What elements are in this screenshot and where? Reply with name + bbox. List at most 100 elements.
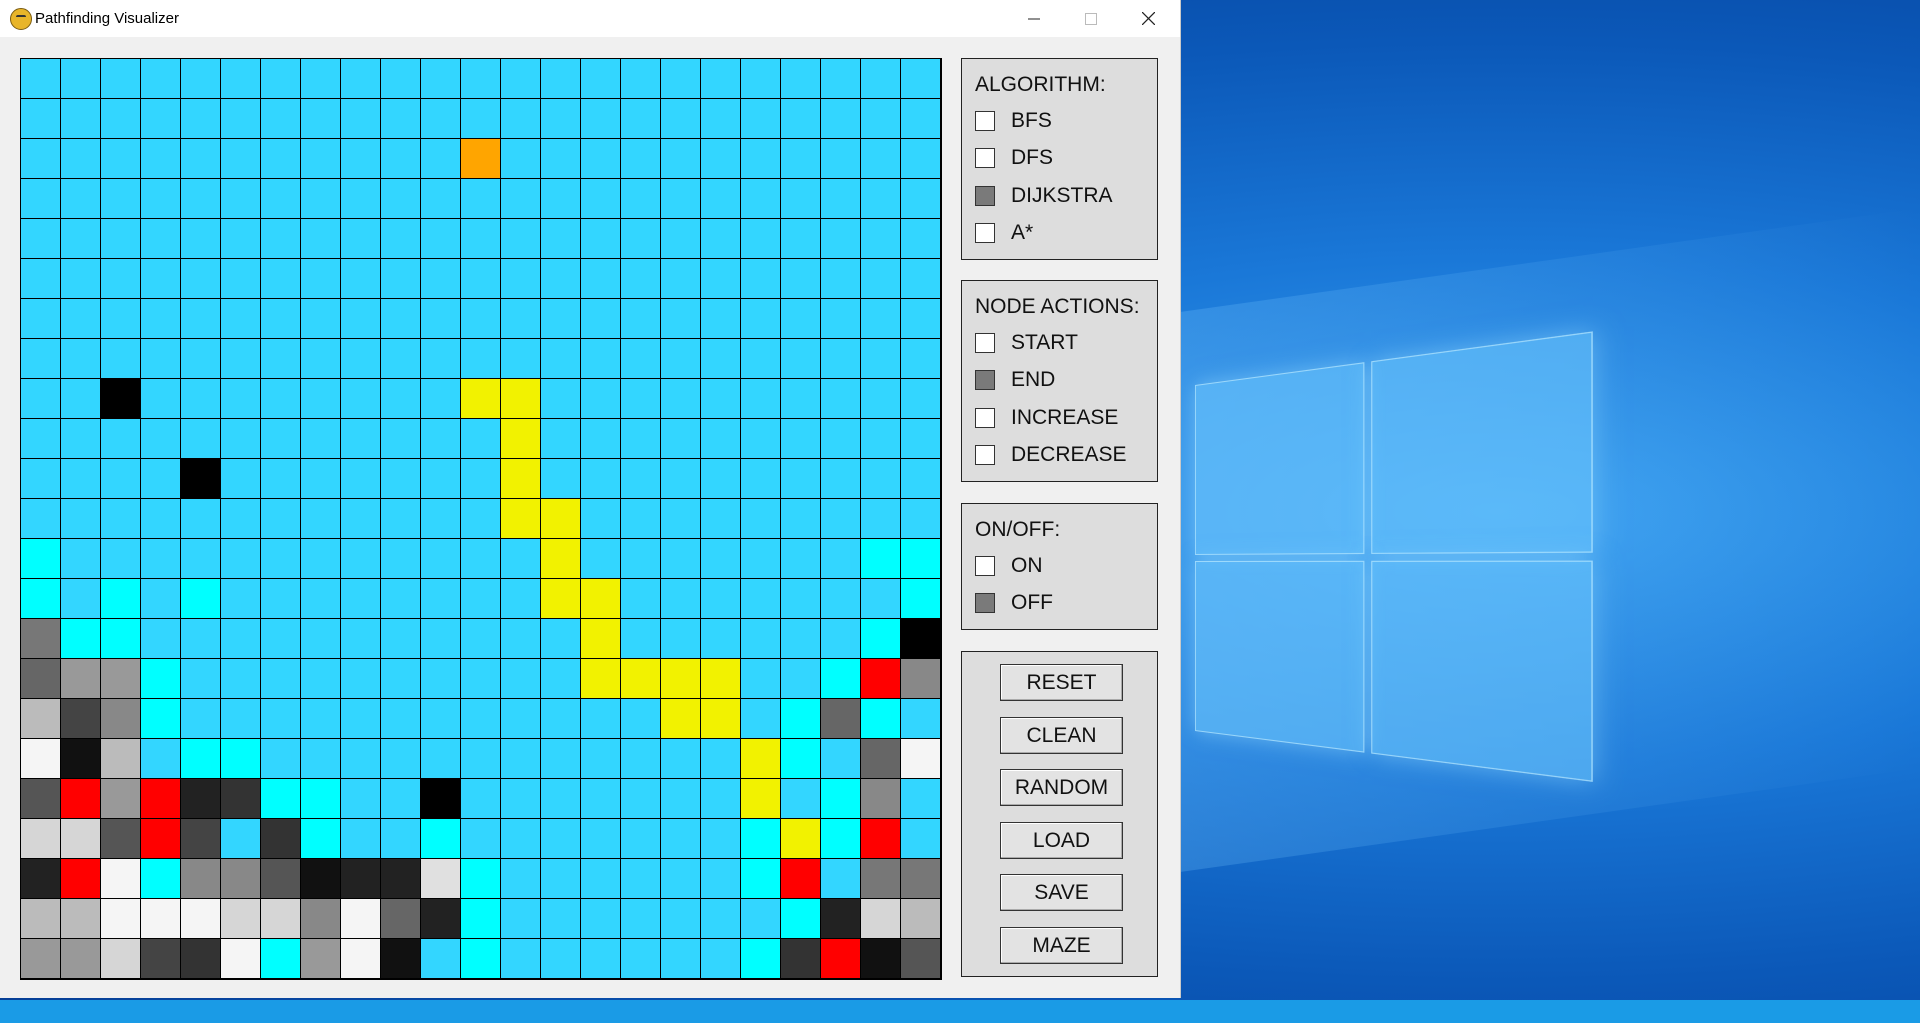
open-cell[interactable] (821, 419, 861, 459)
open-cell[interactable] (781, 139, 821, 179)
open-cell[interactable] (821, 539, 861, 579)
checkbox[interactable] (975, 370, 995, 390)
weight-cell[interactable] (21, 699, 61, 739)
open-cell[interactable] (741, 339, 781, 379)
open-cell[interactable] (701, 859, 741, 899)
open-cell[interactable] (621, 299, 661, 339)
open-cell[interactable] (661, 579, 701, 619)
weight-cell[interactable] (61, 739, 101, 779)
open-cell[interactable] (301, 219, 341, 259)
open-cell[interactable] (221, 139, 261, 179)
load-button[interactable]: LOAD (1000, 822, 1123, 859)
open-cell[interactable] (461, 419, 501, 459)
open-cell[interactable] (501, 739, 541, 779)
open-cell[interactable] (221, 539, 261, 579)
weight-cell[interactable] (101, 899, 141, 939)
open-cell[interactable] (541, 459, 581, 499)
open-cell[interactable] (341, 539, 381, 579)
open-cell[interactable] (301, 659, 341, 699)
weight-cell[interactable] (141, 899, 181, 939)
weight-cell[interactable] (421, 859, 461, 899)
visited-cell[interactable] (141, 699, 181, 739)
start-node[interactable] (461, 139, 501, 179)
open-cell[interactable] (181, 699, 221, 739)
checkbox[interactable] (975, 111, 995, 131)
open-cell[interactable] (581, 179, 621, 219)
open-cell[interactable] (861, 299, 901, 339)
open-cell[interactable] (61, 339, 101, 379)
open-cell[interactable] (541, 939, 581, 979)
open-cell[interactable] (421, 419, 461, 459)
weight-cell[interactable] (21, 939, 61, 979)
open-cell[interactable] (701, 739, 741, 779)
weight-cell[interactable] (21, 779, 61, 819)
weight-cell[interactable] (101, 739, 141, 779)
open-cell[interactable] (501, 619, 541, 659)
visited-cell[interactable] (261, 939, 301, 979)
open-cell[interactable] (141, 299, 181, 339)
path-cell[interactable] (701, 699, 741, 739)
open-cell[interactable] (141, 459, 181, 499)
visited-cell[interactable] (141, 859, 181, 899)
open-cell[interactable] (221, 419, 261, 459)
open-cell[interactable] (421, 139, 461, 179)
open-cell[interactable] (661, 819, 701, 859)
checkbox[interactable] (975, 223, 995, 243)
open-cell[interactable] (621, 699, 661, 739)
open-cell[interactable] (461, 739, 501, 779)
open-cell[interactable] (821, 579, 861, 619)
open-cell[interactable] (221, 59, 261, 99)
open-cell[interactable] (661, 739, 701, 779)
open-cell[interactable] (301, 459, 341, 499)
visited-cell[interactable] (301, 819, 341, 859)
weight-cell[interactable] (61, 939, 101, 979)
open-cell[interactable] (661, 859, 701, 899)
open-cell[interactable] (621, 259, 661, 299)
open-cell[interactable] (421, 619, 461, 659)
open-cell[interactable] (181, 379, 221, 419)
weight-cell[interactable] (181, 819, 221, 859)
open-cell[interactable] (61, 579, 101, 619)
weight-cell[interactable] (861, 899, 901, 939)
open-cell[interactable] (341, 819, 381, 859)
weight-cell[interactable] (341, 939, 381, 979)
open-cell[interactable] (741, 619, 781, 659)
open-cell[interactable] (381, 539, 421, 579)
open-cell[interactable] (861, 99, 901, 139)
open-cell[interactable] (781, 459, 821, 499)
open-cell[interactable] (61, 539, 101, 579)
open-cell[interactable] (861, 179, 901, 219)
weight-cell[interactable] (141, 939, 181, 979)
path-cell[interactable] (741, 779, 781, 819)
open-cell[interactable] (621, 899, 661, 939)
open-cell[interactable] (261, 139, 301, 179)
save-button[interactable]: SAVE (1000, 874, 1123, 911)
open-cell[interactable] (461, 779, 501, 819)
open-cell[interactable] (421, 459, 461, 499)
checkbox[interactable] (975, 593, 995, 613)
open-cell[interactable] (61, 499, 101, 539)
open-cell[interactable] (301, 699, 341, 739)
end-node[interactable] (141, 819, 181, 859)
open-cell[interactable] (781, 779, 821, 819)
path-cell[interactable] (581, 579, 621, 619)
weight-cell[interactable] (421, 899, 461, 939)
open-cell[interactable] (21, 459, 61, 499)
open-cell[interactable] (901, 819, 941, 859)
open-cell[interactable] (861, 379, 901, 419)
open-cell[interactable] (261, 459, 301, 499)
open-cell[interactable] (581, 699, 621, 739)
weight-cell[interactable] (901, 899, 941, 939)
open-cell[interactable] (621, 579, 661, 619)
open-cell[interactable] (741, 379, 781, 419)
open-cell[interactable] (341, 99, 381, 139)
open-cell[interactable] (621, 59, 661, 99)
open-cell[interactable] (381, 499, 421, 539)
open-cell[interactable] (221, 499, 261, 539)
open-cell[interactable] (261, 219, 301, 259)
end-node[interactable] (61, 779, 101, 819)
open-cell[interactable] (301, 139, 341, 179)
open-cell[interactable] (541, 899, 581, 939)
open-cell[interactable] (301, 259, 341, 299)
visited-cell[interactable] (21, 539, 61, 579)
